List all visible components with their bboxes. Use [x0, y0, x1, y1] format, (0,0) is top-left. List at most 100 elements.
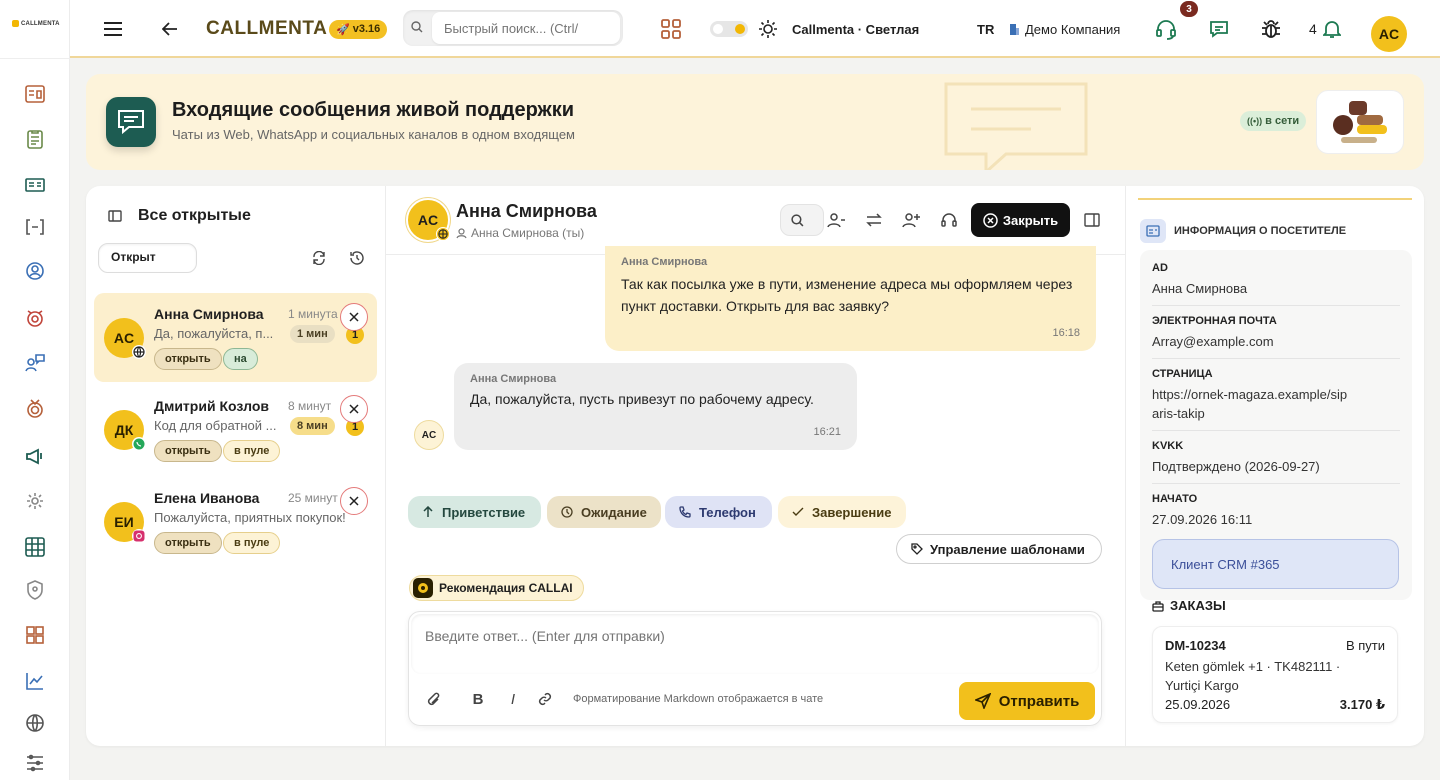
ai-recommendation-chip[interactable]: Рекомендация CALLAI [409, 575, 584, 601]
transfer-icon[interactable] [861, 206, 887, 234]
send-button[interactable]: Отправить [959, 682, 1095, 720]
version-badge: 🚀 v3.16 [329, 19, 388, 39]
language-selector[interactable]: TR [977, 22, 994, 37]
user-circle-icon[interactable] [22, 258, 48, 284]
apps-grid-icon[interactable] [661, 0, 681, 58]
order-status: В пути [1345, 638, 1385, 653]
alarm-icon[interactable] [22, 305, 48, 331]
quick-reply-closing[interactable]: Завершение [778, 496, 906, 528]
chart-icon[interactable] [22, 668, 48, 694]
id-card-icon [1140, 219, 1166, 243]
clipboard-icon[interactable] [22, 126, 48, 152]
history-icon[interactable] [349, 251, 364, 265]
assigned-agent: Анна Смирнова (ты) [456, 226, 584, 240]
sliders-icon[interactable] [22, 750, 48, 776]
message-preview: Код для обратной ... [154, 418, 277, 433]
brackets-icon[interactable] [22, 214, 48, 240]
sun-icon[interactable] [758, 0, 778, 58]
brand-title[interactable]: CALLMENTA [206, 18, 327, 40]
order-card[interactable]: DM-10234 В пути Keten gömlek +1 · TK4821… [1152, 626, 1398, 723]
user-chat-icon[interactable] [22, 350, 48, 376]
sidebar-toggle-icon[interactable] [108, 210, 122, 222]
quick-reply-greeting[interactable]: Приветствие [408, 496, 541, 528]
back-arrow-icon[interactable] [162, 0, 178, 58]
page-subtitle: Чаты из Web, WhatsApp и социальных канал… [172, 127, 575, 142]
sidebar-logo[interactable]: CALLMENTA [12, 20, 60, 27]
conversation-item[interactable]: ДК Дмитрий Козлов 8 минут Код для обратн… [94, 385, 377, 474]
list-title: Все открытые [138, 207, 251, 224]
theme-label[interactable]: Callmenta · Светлая [792, 22, 919, 37]
dashboard-icon[interactable] [22, 81, 48, 107]
info-header: ИНФОРМАЦИЯ О ПОСЕТИТЕЛЕ [1140, 219, 1346, 243]
italic-icon[interactable]: I [501, 687, 525, 711]
id-card-icon[interactable] [22, 172, 48, 198]
status-badge: открыть [154, 532, 222, 554]
message-sender: Анна Смирнова [470, 373, 557, 385]
quick-reply-phone[interactable]: Телефон [665, 496, 772, 528]
quick-reply-waiting[interactable]: Ожидание [547, 496, 661, 528]
settings-gear-icon[interactable] [22, 488, 48, 514]
status-badge: открыть [154, 440, 222, 462]
field-started: НАЧАТО 27.09.2026 16:11 [1152, 493, 1253, 527]
toggle-info-panel-icon[interactable] [1079, 206, 1105, 234]
search-icon [411, 21, 423, 33]
attachment-icon[interactable] [421, 687, 445, 711]
notifications[interactable]: 4 [1309, 0, 1341, 58]
contact-name: Анна Смирнова [154, 306, 264, 322]
boxes-icon[interactable] [22, 622, 48, 648]
chat-search-button[interactable] [780, 204, 824, 236]
close-chat-button[interactable]: Закрыть [971, 203, 1070, 237]
crm-link[interactable]: Клиент CRM #365 [1152, 539, 1399, 589]
close-conversation-button[interactable] [340, 303, 368, 331]
send-icon [974, 693, 991, 709]
message-composer: B I Форматирование Markdown отображается… [408, 611, 1102, 726]
theme-toggle[interactable] [710, 21, 748, 37]
medal-icon[interactable] [22, 396, 48, 422]
manage-templates-button[interactable]: Управление шаблонами [896, 534, 1102, 564]
building-icon [1009, 23, 1020, 35]
close-conversation-button[interactable] [340, 487, 368, 515]
reply-input[interactable] [411, 614, 1099, 674]
grid-icon[interactable] [22, 534, 48, 560]
callai-logo-icon [413, 578, 433, 598]
order-total: 3.170 ₺ [1339, 697, 1385, 712]
user-avatar[interactable]: AC [1371, 16, 1407, 52]
field-divider [1152, 358, 1400, 359]
assignment-badge: на [223, 348, 258, 370]
megaphone-icon[interactable] [22, 443, 48, 469]
field-divider [1152, 430, 1400, 431]
assign-user-icon[interactable] [823, 206, 849, 234]
chat-panel: AC Анна Смирнова Анна Смирнова (ты) Закр… [386, 186, 1125, 746]
link-icon[interactable] [533, 687, 557, 711]
status-badge: открыть [154, 348, 222, 370]
sidebar-divider [0, 58, 70, 59]
close-conversation-button[interactable] [340, 395, 368, 423]
conversation-item[interactable]: ЕИ Елена Иванова 25 минут Пожалуйста, пр… [94, 477, 377, 566]
logo-mark-icon [12, 20, 19, 27]
last-activity-time: 25 минут [288, 491, 338, 505]
banner-message-icon [106, 97, 156, 147]
signal-icon: ((•)) [1247, 116, 1263, 126]
status-filter-select[interactable]: Открыт [98, 243, 197, 273]
bold-icon[interactable]: B [466, 687, 490, 711]
contact-name: Елена Иванова [154, 490, 260, 506]
wait-duration-badge: 1 мин [290, 325, 335, 343]
globe-icon[interactable] [22, 710, 48, 736]
headset-icon[interactable] [936, 206, 962, 234]
conversation-item[interactable]: AC Анна Смирнова 1 минута Да, пожалуйста… [94, 293, 377, 382]
add-participant-icon[interactable] [898, 206, 924, 234]
menu-icon[interactable] [103, 0, 123, 58]
banner-illustration [1316, 90, 1404, 154]
web-channel-icon [436, 227, 450, 241]
assignment-badge: в пуле [223, 532, 281, 554]
refresh-icon[interactable] [312, 251, 326, 265]
search-input[interactable] [432, 12, 620, 44]
headset-icon[interactable] [1155, 0, 1177, 58]
field-kvkk: KVKK Подтверждено (2026-09-27) [1152, 440, 1320, 474]
inbox-card: Все открытые Открыт AC Анна Смирнова 1 м… [86, 186, 1424, 746]
web-channel-icon [132, 345, 146, 359]
bug-icon[interactable] [1260, 0, 1282, 58]
shield-icon[interactable] [22, 577, 48, 603]
chat-icon[interactable] [1209, 0, 1229, 58]
company-selector[interactable]: Демо Компания [1009, 0, 1120, 58]
